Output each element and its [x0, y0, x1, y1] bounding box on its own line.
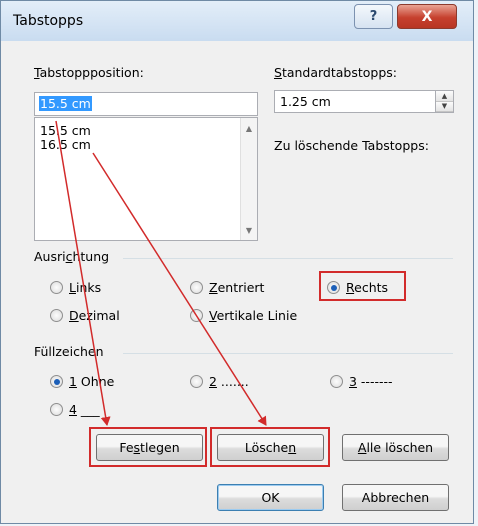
arrow-to-set-button: [55, 120, 111, 426]
annotation-arrows: [55, 120, 267, 426]
tabstops-dialog: Tabstopps ? X Tabstoppposition: 15.5 cm …: [0, 0, 474, 524]
arrow-to-clear-button: [92, 152, 267, 426]
